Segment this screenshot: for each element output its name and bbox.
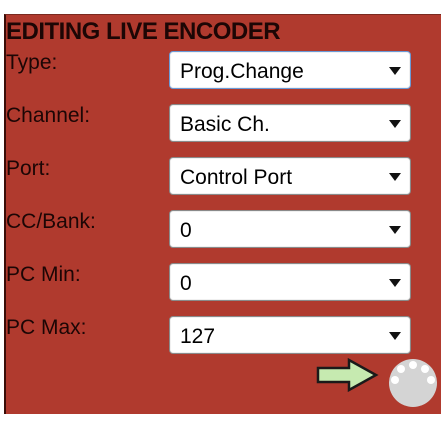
pc-max-select-value: 127 <box>180 325 216 348</box>
port-label: Port: <box>6 157 51 180</box>
chevron-down-icon <box>389 332 401 340</box>
next-button[interactable] <box>315 357 379 393</box>
encoder-knob-icon <box>389 359 437 407</box>
cc-bank-label: CC/Bank: <box>6 210 96 233</box>
pc-min-select-value: 0 <box>180 272 192 295</box>
chevron-down-icon <box>389 226 401 234</box>
arrow-right-icon <box>316 357 379 393</box>
port-select[interactable]: Control Port <box>169 157 411 195</box>
pc-max-select[interactable]: 127 <box>169 316 411 354</box>
pc-min-select[interactable]: 0 <box>169 263 411 301</box>
type-select-value: Prog.Change <box>180 60 304 83</box>
chevron-down-icon <box>389 67 401 75</box>
port-select-value: Control Port <box>180 166 293 189</box>
chevron-down-icon <box>389 120 401 128</box>
pc-min-label: PC Min: <box>6 263 81 286</box>
cc-bank-select-value: 0 <box>180 219 192 242</box>
channel-select[interactable]: Basic Ch. <box>169 104 411 142</box>
type-select[interactable]: Prog.Change <box>169 51 411 89</box>
chevron-down-icon <box>389 173 401 181</box>
live-encoder-panel: EDITING LIVE ENCODER Type: Prog.Change C… <box>4 14 441 414</box>
channel-label: Channel: <box>6 104 91 127</box>
encoder-knob[interactable] <box>385 353 441 409</box>
pc-max-label: PC Max: <box>6 316 87 339</box>
cc-bank-select[interactable]: 0 <box>169 210 411 248</box>
type-label: Type: <box>6 51 58 74</box>
panel-title: EDITING LIVE ENCODER <box>6 18 281 45</box>
channel-select-value: Basic Ch. <box>180 113 270 136</box>
chevron-down-icon <box>389 279 401 287</box>
